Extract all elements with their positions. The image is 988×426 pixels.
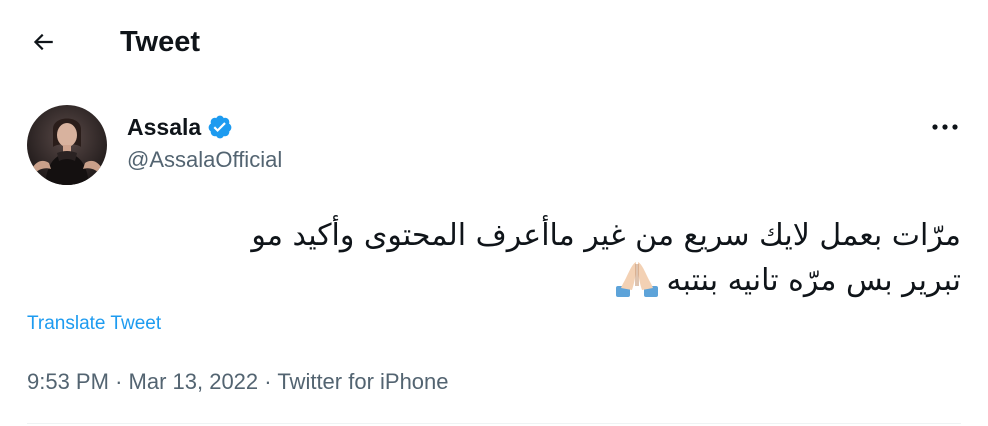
author-name-row[interactable]: Assala (127, 112, 233, 142)
profile-photo (27, 105, 107, 185)
tweet-meta: 9:53 PM · Mar 13, 2022 · Twitter for iPh… (27, 368, 449, 396)
folded-hands-icon (616, 262, 659, 297)
more-options-button[interactable] (918, 107, 972, 147)
page-title: Tweet (120, 26, 201, 58)
tweet-source[interactable]: Twitter for iPhone (277, 369, 448, 394)
tweet-header: Tweet (0, 0, 988, 84)
author-handle[interactable]: @AssalaOfficial (127, 146, 282, 174)
meta-separator: · (264, 369, 272, 394)
divider (27, 423, 961, 424)
tweet-text-line-2-wrap: تبرير بس مرّه تانيه بنتبه (81, 258, 961, 303)
author-name: Assala (127, 114, 202, 140)
tweet-text: مرّات بعمل لايك سريع من غير ماأعرف المحت… (81, 214, 961, 303)
more-dots-icon (932, 124, 958, 130)
avatar[interactable] (27, 105, 107, 185)
tweet-text-line-1: مرّات بعمل لايك سريع من غير ماأعرف المحت… (251, 218, 961, 253)
tweet-time[interactable]: 9:53 PM (27, 369, 109, 394)
verified-badge-icon (208, 115, 232, 139)
back-button[interactable] (22, 21, 64, 63)
tweet-date[interactable]: Mar 13, 2022 (129, 369, 259, 394)
tweet-text-line-2: تبرير بس مرّه تانيه بنتبه (666, 263, 961, 298)
translate-tweet-link[interactable]: Translate Tweet (27, 312, 161, 336)
meta-separator: · (115, 369, 123, 394)
arrow-left-icon (33, 33, 53, 51)
